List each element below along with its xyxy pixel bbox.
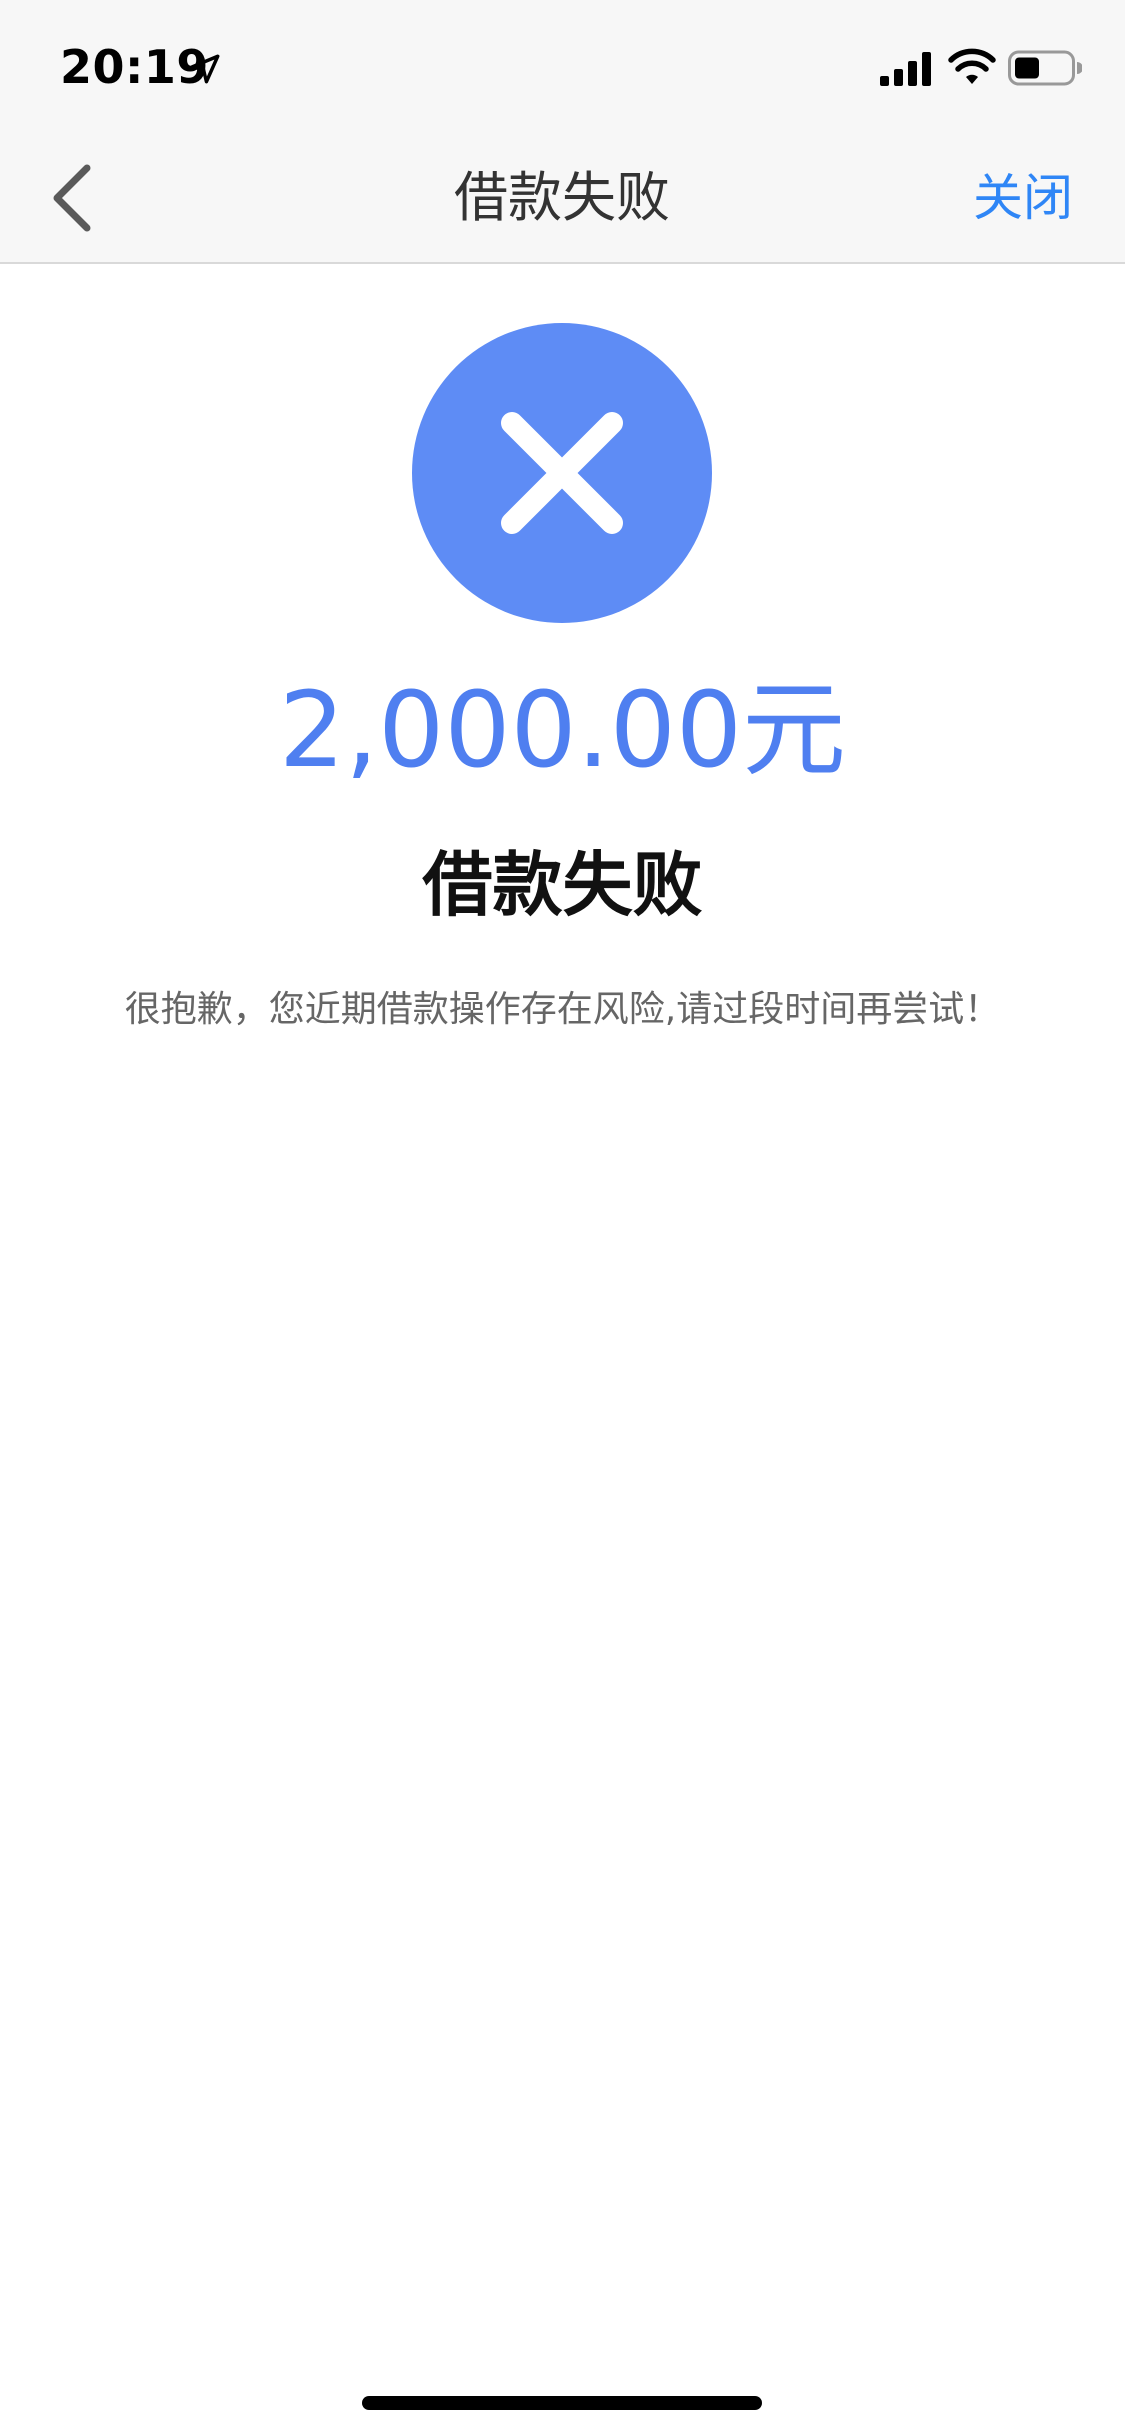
navigation-bar: 借款失败 关闭 — [0, 132, 1125, 264]
home-indicator[interactable] — [362, 2396, 762, 2410]
status-time: 20:19 — [60, 40, 209, 94]
chevron-left-icon — [53, 164, 91, 232]
close-circle-icon — [412, 323, 712, 623]
battery-icon — [1008, 50, 1082, 86]
status-bar: 20:19 — [0, 0, 1125, 132]
close-button[interactable]: 关闭 — [973, 166, 1073, 230]
wifi-icon — [948, 48, 996, 84]
result-title: 借款失败 — [422, 844, 703, 926]
page-title: 借款失败 — [454, 166, 670, 229]
close-icon — [501, 412, 623, 534]
loan-amount: 2,000.00元 — [278, 669, 847, 791]
location-arrow-icon — [190, 54, 220, 84]
result-message: 很抱歉，您近期借款操作存在风险,请过段时间再尝试！ — [124, 989, 1001, 1030]
back-button[interactable] — [36, 158, 106, 238]
cellular-signal-icon — [880, 52, 931, 86]
